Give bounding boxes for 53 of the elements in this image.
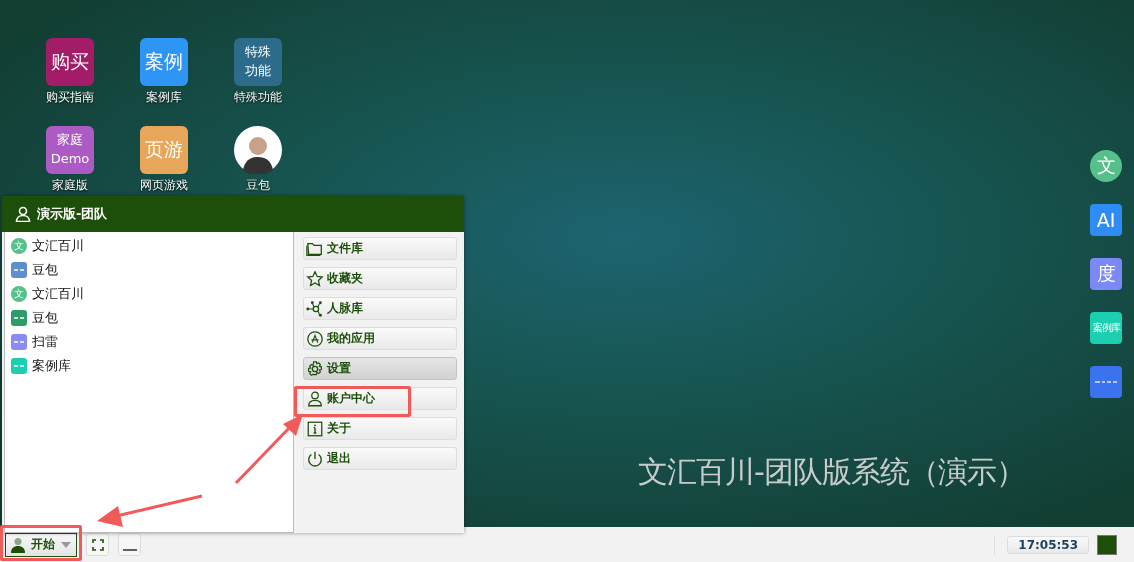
item-label: 扫雷 xyxy=(32,333,58,351)
item-label: 豆包 xyxy=(32,309,58,327)
clock: 17:05:53 xyxy=(1007,535,1089,554)
annotation-arrow xyxy=(234,414,303,485)
item-label: 案例库 xyxy=(32,357,71,375)
menu-item[interactable]: 扫雷 xyxy=(5,330,293,354)
network-icon xyxy=(306,299,324,318)
icon-label: 网页游戏 xyxy=(140,177,188,194)
menu-button[interactable]: 收藏夹 xyxy=(303,267,457,290)
item-label: 文汇百川 xyxy=(32,237,84,255)
menu-item[interactable]: 豆包 xyxy=(5,306,293,330)
app-icon[interactable] xyxy=(1090,366,1122,398)
star-icon xyxy=(306,269,324,288)
app-tile[interactable]: 购买 xyxy=(46,38,94,86)
fullscreen-button[interactable] xyxy=(86,533,109,556)
app-tile[interactable]: 特殊 功能 xyxy=(234,38,282,86)
menu-item[interactable]: 案例库 xyxy=(5,354,293,378)
app-icon: 文 xyxy=(11,286,27,302)
icon-label: 案例库 xyxy=(146,89,182,106)
color-swatch[interactable] xyxy=(1097,534,1117,555)
minimize-button[interactable] xyxy=(118,533,141,556)
item-label: 文汇百川 xyxy=(32,285,84,303)
menu-item[interactable]: 文 文汇百川 xyxy=(5,282,293,306)
icon-label: 豆包 xyxy=(246,177,270,194)
menu-item[interactable]: 豆包 xyxy=(5,258,293,282)
menu-button[interactable]: 设置 xyxy=(303,357,457,380)
menu-button[interactable]: 文件库 xyxy=(303,237,457,260)
user-icon xyxy=(11,536,25,553)
item-label: 豆包 xyxy=(32,261,58,279)
menu-button[interactable]: 关于 xyxy=(303,417,457,440)
app-store-icon xyxy=(306,329,324,348)
menu-button[interactable]: 人脉库 xyxy=(303,297,457,320)
minimize-icon xyxy=(122,548,137,551)
menu-button[interactable]: 退出 xyxy=(303,447,457,470)
caret-icon xyxy=(61,541,71,548)
start-button[interactable]: 开始 xyxy=(5,532,77,557)
app-tile[interactable]: 家庭 Demo xyxy=(46,126,94,174)
app-icon: 文 xyxy=(11,238,27,254)
desktop-caption: 文汇百川-团队版系统（演示） xyxy=(638,453,1025,491)
user-icon xyxy=(306,389,324,408)
fullscreen-icon xyxy=(91,538,104,551)
menu-button[interactable]: 账户中心 xyxy=(303,387,457,410)
user-name: 演示版-团队 xyxy=(37,205,108,223)
icon-label: 家庭版 xyxy=(52,177,88,194)
power-icon xyxy=(306,449,324,468)
menu-button[interactable]: 我的应用 xyxy=(303,327,457,350)
menu-item[interactable]: 文 文汇百川 xyxy=(5,234,293,258)
icon-label: 特殊功能 xyxy=(234,89,282,106)
user-icon xyxy=(15,206,31,222)
avatar-icon[interactable] xyxy=(234,126,282,174)
settings-icon xyxy=(306,359,324,378)
info-icon xyxy=(306,419,324,438)
icon-label: 购买指南 xyxy=(46,89,94,106)
